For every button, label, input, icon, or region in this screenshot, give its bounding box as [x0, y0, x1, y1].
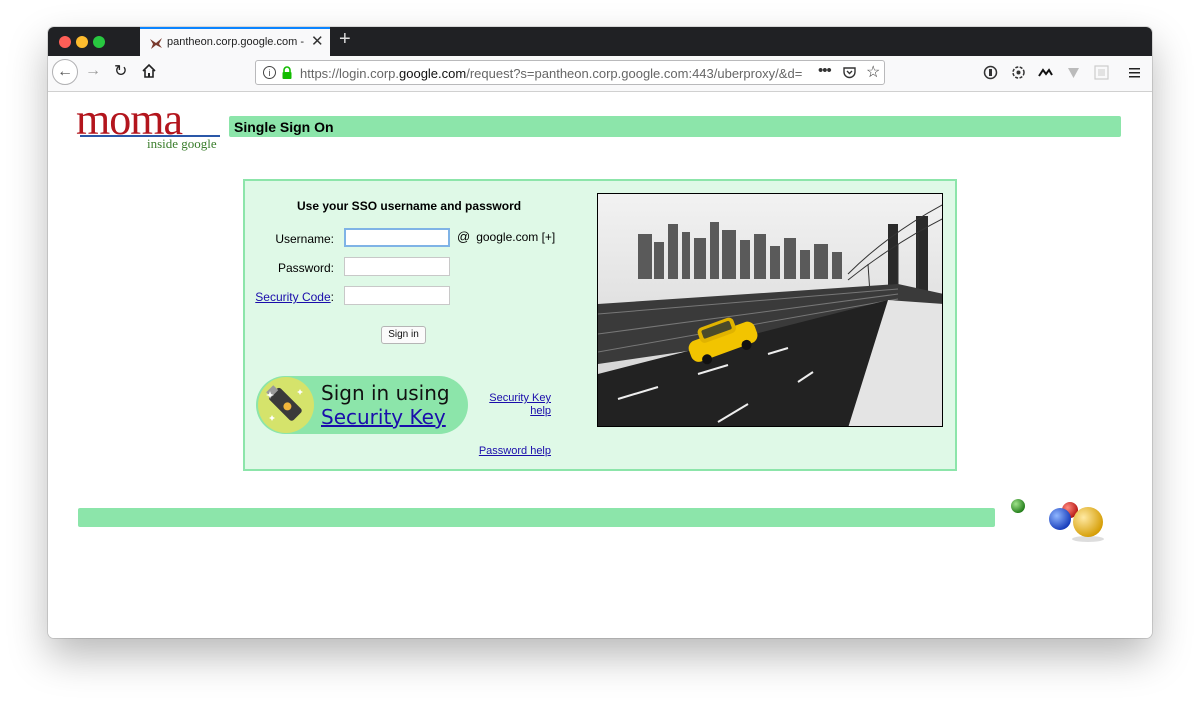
- url-bar[interactable]: i https://login.corp.google.com/request?…: [255, 60, 885, 85]
- extension-wave-icon[interactable]: [1038, 65, 1053, 80]
- header-bar: Single Sign On: [229, 116, 1121, 137]
- new-tab-button[interactable]: +: [339, 28, 351, 51]
- login-heading: Use your SSO username and password: [297, 199, 522, 213]
- security-key-link[interactable]: Security Key: [321, 405, 446, 429]
- security-code-colon: :: [330, 290, 334, 304]
- password-label: Password:: [277, 261, 334, 275]
- login-panel: Use your SSO username and password Usern…: [243, 179, 957, 471]
- security-key-line1: Sign in using: [321, 381, 450, 405]
- city-bridge-photo: [597, 193, 943, 427]
- footer-bar: [78, 508, 995, 527]
- tab-active[interactable]: pantheon.corp.google.com - MOMA Single S…: [140, 27, 330, 56]
- home-icon[interactable]: [141, 63, 157, 79]
- extension-grid-icon[interactable]: [1094, 65, 1109, 80]
- password-input[interactable]: [344, 257, 450, 276]
- security-code-input[interactable]: [344, 286, 450, 305]
- minimize-window-button[interactable]: [76, 36, 88, 48]
- page-content: moma inside google Single Sign On Use yo…: [48, 92, 1152, 638]
- reload-button[interactable]: ↻: [114, 61, 127, 81]
- forward-button[interactable]: →: [85, 62, 101, 80]
- menu-icon[interactable]: [1127, 65, 1142, 80]
- extension-gear-icon[interactable]: [1011, 65, 1026, 80]
- page-actions-icon[interactable]: •••: [818, 62, 832, 79]
- extension-v-icon[interactable]: [1066, 65, 1081, 80]
- tab-strip: pantheon.corp.google.com - MOMA Single S…: [48, 27, 1152, 56]
- usb-key-icon: [266, 385, 303, 421]
- info-icon[interactable]: i: [263, 66, 276, 79]
- taxi-on-bridge-image: [598, 194, 942, 426]
- browser-window: pantheon.corp.google.com - MOMA Single S…: [48, 27, 1152, 638]
- extension-shield-icon[interactable]: [983, 65, 998, 80]
- security-code-label: Security Code:: [234, 290, 334, 304]
- sign-in-button[interactable]: Sign in: [381, 326, 426, 344]
- domain-suffix-text: google.com [+]: [476, 230, 556, 244]
- username-input[interactable]: [344, 228, 450, 247]
- at-sign: @: [457, 229, 471, 244]
- domain-suffix[interactable]: @ google.com [+]: [457, 229, 555, 244]
- favicon-icon: [150, 38, 162, 49]
- url-text: https://login.corp.google.com/request?s=…: [300, 66, 803, 81]
- back-button[interactable]: ←: [52, 59, 78, 85]
- bookmark-star-icon[interactable]: ☆: [866, 62, 880, 82]
- page-title: Single Sign On: [234, 119, 334, 135]
- tab-close-icon[interactable]: ✕: [311, 32, 324, 50]
- security-code-link[interactable]: Security Code: [255, 290, 330, 304]
- pocket-icon[interactable]: [842, 65, 857, 80]
- google-balls-icon: [1011, 499, 1104, 542]
- security-key-help-link[interactable]: Security Key help: [475, 392, 551, 418]
- maximize-window-button[interactable]: [93, 36, 105, 48]
- tab-title: pantheon.corp.google.com - MOMA Single S…: [167, 36, 307, 48]
- moma-logo[interactable]: moma inside google: [76, 95, 224, 152]
- security-key-button[interactable]: Sign in using Security Key: [256, 376, 468, 434]
- close-window-button[interactable]: [59, 36, 71, 48]
- password-help-link[interactable]: Password help: [465, 445, 551, 457]
- username-label: Username:: [275, 232, 334, 246]
- lock-icon: [282, 66, 292, 79]
- logo-subtitle: inside google: [147, 136, 217, 151]
- security-key-badge: [258, 377, 314, 433]
- nav-toolbar: ← → ↻ i https://login.corp.google.com/re…: [48, 56, 1152, 92]
